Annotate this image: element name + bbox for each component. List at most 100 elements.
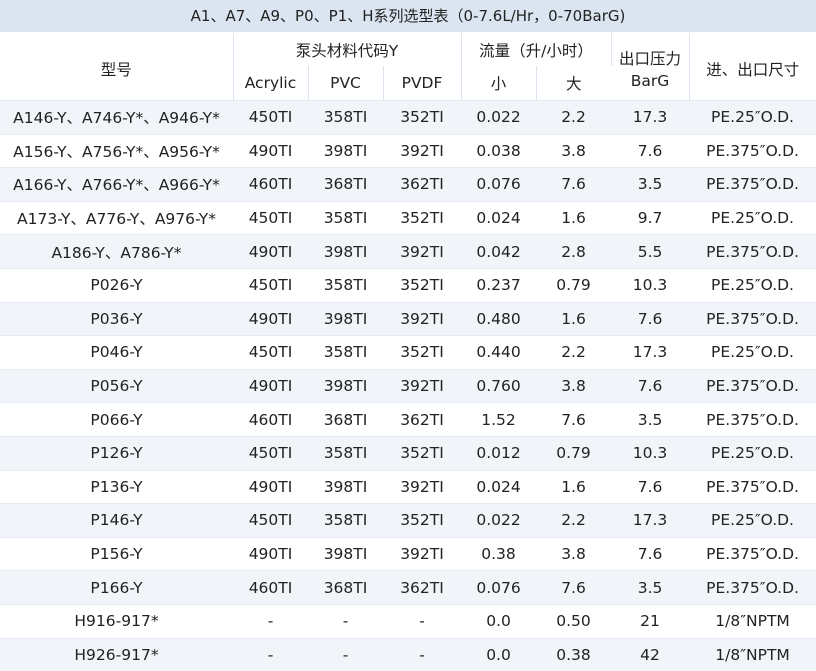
outlet-pressure-cell: 17.3	[611, 504, 689, 538]
outlet-pressure-cell: 3.5	[611, 403, 689, 437]
table-row: P156-Y490TI398TI392TI0.383.87.6PE.375″O.…	[0, 537, 816, 571]
model-cell: P146-Y	[0, 504, 233, 538]
flow-small-cell: 0.38	[461, 537, 536, 571]
port-size-cell: PE.25″O.D.	[689, 336, 816, 370]
flow-large-cell: 0.38	[536, 638, 611, 671]
flow-large-cell: 2.2	[536, 101, 611, 135]
header-outlet-pressure: 出口压力 BarG	[611, 33, 689, 101]
pvdf-cell: 362TI	[383, 403, 461, 437]
pvdf-cell: 352TI	[383, 504, 461, 538]
flow-large-cell: 0.79	[536, 436, 611, 470]
outlet-pressure-cell: 7.6	[611, 470, 689, 504]
selection-table-sheet: A1、A7、A9、P0、P1、H系列选型表（0-7.6L/Hr，0-70BarG…	[0, 0, 816, 671]
table-row: H926-917*---0.00.38421/8″NPTM	[0, 638, 816, 671]
flow-small-cell: 0.760	[461, 369, 536, 403]
pvc-cell: 358TI	[308, 436, 383, 470]
outlet-pressure-cell: 7.6	[611, 134, 689, 168]
header-port-size: 进、出口尺寸	[689, 33, 816, 101]
model-cell: H916-917*	[0, 604, 233, 638]
pvdf-cell: 392TI	[383, 369, 461, 403]
acrylic-cell: 490TI	[233, 235, 308, 269]
pvdf-cell: 352TI	[383, 268, 461, 302]
port-size-cell: PE.25″O.D.	[689, 101, 816, 135]
pvdf-cell: -	[383, 638, 461, 671]
table-header: 型号 泵头材料代码Y 流量（升/小时） 出口压力 BarG 进、出口尺寸 Acr…	[0, 33, 816, 101]
table-row: P066-Y460TI368TI362TI1.527.63.5PE.375″O.…	[0, 403, 816, 437]
flow-small-cell: 0.237	[461, 268, 536, 302]
flow-small-cell: 0.440	[461, 336, 536, 370]
selection-table: 型号 泵头材料代码Y 流量（升/小时） 出口压力 BarG 进、出口尺寸 Acr…	[0, 33, 816, 671]
pvc-cell: 358TI	[308, 268, 383, 302]
table-row: P166-Y460TI368TI362TI0.0767.63.5PE.375″O…	[0, 571, 816, 605]
model-cell: P066-Y	[0, 403, 233, 437]
flow-large-cell: 7.6	[536, 168, 611, 202]
acrylic-cell: 460TI	[233, 168, 308, 202]
flow-large-cell: 2.2	[536, 336, 611, 370]
pvdf-cell: 352TI	[383, 201, 461, 235]
outlet-pressure-cell: 3.5	[611, 168, 689, 202]
table-body: A146-Y、A746-Y*、A946-Y*450TI358TI352TI0.0…	[0, 101, 816, 671]
outlet-pressure-cell: 21	[611, 604, 689, 638]
model-cell: A173-Y、A776-Y、A976-Y*	[0, 201, 233, 235]
pvc-cell: 398TI	[308, 470, 383, 504]
table-title: A1、A7、A9、P0、P1、H系列选型表（0-7.6L/Hr，0-70BarG…	[0, 0, 816, 33]
header-pvdf: PVDF	[383, 66, 461, 101]
flow-small-cell: 0.024	[461, 201, 536, 235]
model-cell: P126-Y	[0, 436, 233, 470]
model-cell: P036-Y	[0, 302, 233, 336]
acrylic-cell: 450TI	[233, 336, 308, 370]
acrylic-cell: 490TI	[233, 369, 308, 403]
model-cell: P166-Y	[0, 571, 233, 605]
header-outlet-pressure-label: 出口压力	[612, 48, 689, 70]
outlet-pressure-cell: 7.6	[611, 369, 689, 403]
header-flow: 流量（升/小时）	[461, 33, 611, 66]
pvdf-cell: 392TI	[383, 134, 461, 168]
pvc-cell: 368TI	[308, 168, 383, 202]
pvdf-cell: 352TI	[383, 336, 461, 370]
outlet-pressure-cell: 17.3	[611, 101, 689, 135]
pvc-cell: 358TI	[308, 201, 383, 235]
flow-large-cell: 3.8	[536, 537, 611, 571]
table-row: A186-Y、A786-Y*490TI398TI392TI0.0422.85.5…	[0, 235, 816, 269]
acrylic-cell: 490TI	[233, 537, 308, 571]
port-size-cell: PE.375″O.D.	[689, 235, 816, 269]
acrylic-cell: 460TI	[233, 571, 308, 605]
port-size-cell: 1/8″NPTM	[689, 604, 816, 638]
pvc-cell: -	[308, 638, 383, 671]
acrylic-cell: 490TI	[233, 134, 308, 168]
flow-large-cell: 2.2	[536, 504, 611, 538]
flow-large-cell: 2.8	[536, 235, 611, 269]
pvc-cell: 398TI	[308, 537, 383, 571]
pvdf-cell: 392TI	[383, 302, 461, 336]
acrylic-cell: 450TI	[233, 268, 308, 302]
table-row: A173-Y、A776-Y、A976-Y*450TI358TI352TI0.02…	[0, 201, 816, 235]
acrylic-cell: 490TI	[233, 470, 308, 504]
pvc-cell: 368TI	[308, 571, 383, 605]
model-cell: A166-Y、A766-Y*、A966-Y*	[0, 168, 233, 202]
outlet-pressure-cell: 10.3	[611, 436, 689, 470]
pvdf-cell: -	[383, 604, 461, 638]
header-flow-large: 大	[536, 66, 611, 101]
model-cell: A156-Y、A756-Y*、A956-Y*	[0, 134, 233, 168]
pvc-cell: -	[308, 604, 383, 638]
header-outlet-pressure-unit: BarG	[612, 70, 689, 92]
table-row: P046-Y450TI358TI352TI0.4402.217.3PE.25″O…	[0, 336, 816, 370]
flow-large-cell: 1.6	[536, 302, 611, 336]
model-cell: P136-Y	[0, 470, 233, 504]
port-size-cell: PE.375″O.D.	[689, 403, 816, 437]
port-size-cell: PE.25″O.D.	[689, 504, 816, 538]
pvc-cell: 398TI	[308, 134, 383, 168]
port-size-cell: PE.375″O.D.	[689, 134, 816, 168]
port-size-cell: PE.375″O.D.	[689, 537, 816, 571]
flow-small-cell: 0.076	[461, 168, 536, 202]
acrylic-cell: 450TI	[233, 436, 308, 470]
pvc-cell: 398TI	[308, 235, 383, 269]
table-row: P126-Y450TI358TI352TI0.0120.7910.3PE.25″…	[0, 436, 816, 470]
table-row: H916-917*---0.00.50211/8″NPTM	[0, 604, 816, 638]
flow-small-cell: 1.52	[461, 403, 536, 437]
header-model: 型号	[0, 33, 233, 101]
flow-small-cell: 0.076	[461, 571, 536, 605]
flow-large-cell: 0.79	[536, 268, 611, 302]
acrylic-cell: 450TI	[233, 201, 308, 235]
acrylic-cell: 490TI	[233, 302, 308, 336]
